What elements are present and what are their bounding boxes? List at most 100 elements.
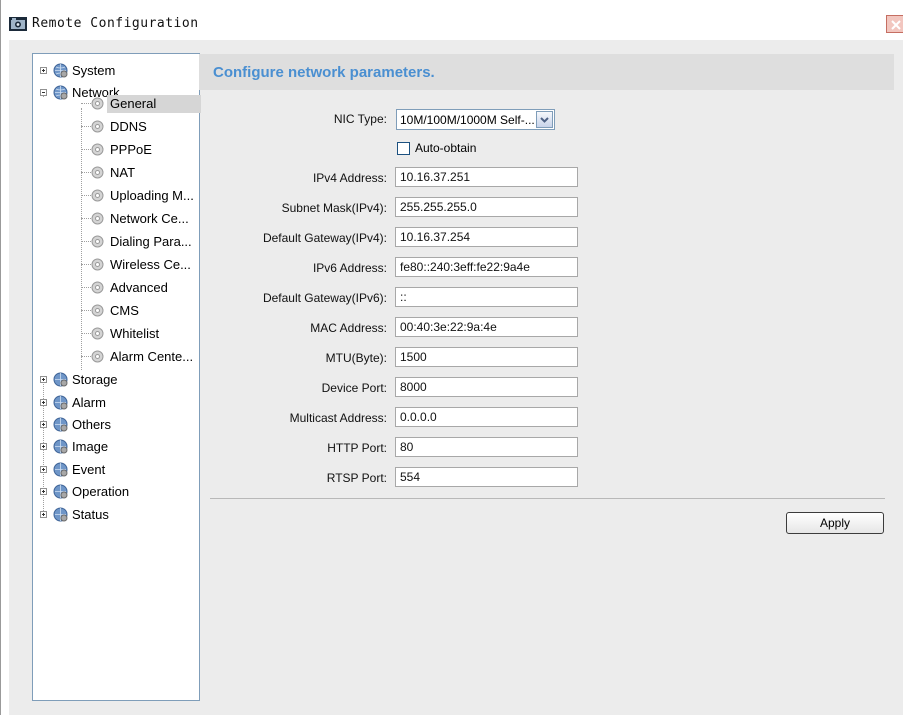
- globe-gear-icon: [53, 439, 68, 454]
- gear-icon: [91, 212, 104, 225]
- tree-item-image[interactable]: Image: [33, 437, 199, 457]
- ipv4-address-field[interactable]: [395, 167, 578, 187]
- tree-item-label: NAT: [110, 165, 136, 180]
- ipv6-address-label: IPv6 Address:: [312, 261, 387, 275]
- subnet-mask-label: Subnet Mask(IPv4):: [281, 201, 387, 215]
- expand-icon[interactable]: [40, 443, 47, 450]
- tree-item-status[interactable]: Status: [33, 505, 199, 525]
- globe-gear-icon: [53, 484, 68, 499]
- close-button[interactable]: [886, 15, 903, 33]
- tree-item-label: Uploading M...: [110, 188, 194, 203]
- gear-icon: [91, 350, 104, 363]
- default-gateway-ipv4-label: Default Gateway(IPv4):: [262, 231, 387, 245]
- tree-item-general[interactable]: General: [33, 94, 201, 114]
- tree-item-label: DDNS: [110, 119, 147, 134]
- tree-item-label: System: [72, 63, 116, 78]
- globe-gear-icon: [53, 507, 68, 522]
- http-port-field[interactable]: [395, 437, 578, 457]
- mtu-field[interactable]: [395, 347, 578, 367]
- tree-item-label: Storage: [72, 372, 118, 387]
- rtsp-port-field[interactable]: [395, 467, 578, 487]
- ipv4-address-label: IPv4 Address:: [312, 171, 387, 185]
- tree-item-cms[interactable]: CMS: [33, 301, 199, 321]
- config-tree[interactable]: System Network General DDNS PPPoE NAT Up…: [32, 53, 201, 701]
- tree-item-dialing[interactable]: Dialing Para...: [33, 232, 199, 252]
- default-gateway-ipv6-label: Default Gateway(IPv6):: [262, 291, 387, 305]
- gear-icon: [91, 166, 104, 179]
- gear-icon: [91, 143, 104, 156]
- globe-gear-icon: [53, 395, 68, 410]
- tree-item-alarm-center[interactable]: Alarm Cente...: [33, 347, 199, 367]
- tree-item-label: Whitelist: [110, 326, 160, 341]
- globe-gear-icon: [53, 63, 68, 78]
- section-header: Configure network parameters.: [199, 54, 894, 90]
- dropdown-button[interactable]: [536, 111, 553, 128]
- apply-button[interactable]: Apply: [786, 512, 884, 534]
- multicast-address-label: Multicast Address:: [289, 411, 387, 425]
- tree-item-pppoe[interactable]: PPPoE: [33, 140, 199, 160]
- tree-item-storage[interactable]: Storage: [33, 370, 199, 390]
- nic-type-value: 10M/100M/1000M Self-...: [400, 113, 535, 127]
- expand-icon[interactable]: [40, 511, 47, 518]
- tree-item-label: Image: [72, 439, 109, 454]
- tree-item-network-center[interactable]: Network Ce...: [33, 209, 199, 229]
- tree-item-advanced[interactable]: Advanced: [33, 278, 199, 298]
- gear-icon: [91, 97, 104, 110]
- tree-item-alarm[interactable]: Alarm: [33, 393, 199, 413]
- tree-item-label: Operation: [72, 484, 130, 499]
- globe-gear-icon: [53, 372, 68, 387]
- window-title: Remote Configuration: [32, 16, 199, 31]
- tree-item-label: Advanced: [110, 280, 168, 295]
- rtsp-port-label: RTSP Port:: [326, 471, 387, 485]
- gear-icon: [91, 189, 104, 202]
- gear-icon: [91, 304, 104, 317]
- tree-item-label: General: [107, 95, 201, 113]
- expand-icon[interactable]: [40, 466, 47, 473]
- auto-obtain-checkbox[interactable]: [397, 142, 410, 155]
- tree-item-label: PPPoE: [110, 142, 152, 157]
- gear-icon: [91, 258, 104, 271]
- tree-item-uploading[interactable]: Uploading M...: [33, 186, 199, 206]
- gear-icon: [91, 235, 104, 248]
- subnet-mask-field[interactable]: [395, 197, 578, 217]
- expand-icon[interactable]: [40, 67, 47, 74]
- multicast-address-field[interactable]: [395, 407, 578, 427]
- mtu-label: MTU(Byte):: [325, 351, 387, 365]
- tree-item-others[interactable]: Others: [33, 415, 199, 435]
- globe-gear-icon: [53, 417, 68, 432]
- tree-item-label: Network Ce...: [110, 211, 189, 226]
- expand-icon[interactable]: [40, 421, 47, 428]
- divider: [210, 498, 885, 499]
- expand-icon[interactable]: [40, 399, 47, 406]
- tree-item-label: Alarm: [72, 395, 106, 410]
- mac-address-field[interactable]: [395, 317, 578, 337]
- ipv6-address-field[interactable]: [395, 257, 578, 277]
- tree-item-whitelist[interactable]: Whitelist: [33, 324, 199, 344]
- tree-item-label: Event: [72, 462, 106, 477]
- tree-item-event[interactable]: Event: [33, 460, 199, 480]
- title-bar[interactable]: Remote Configuration: [1, 0, 903, 40]
- tree-item-label: Wireless Ce...: [110, 257, 191, 272]
- expand-icon[interactable]: [40, 488, 47, 495]
- mac-address-label: MAC Address:: [310, 321, 387, 335]
- expand-icon[interactable]: [40, 376, 47, 383]
- nic-type-select[interactable]: 10M/100M/1000M Self-...: [396, 109, 555, 130]
- tree-item-system[interactable]: System: [33, 61, 199, 81]
- tree-item-ddns[interactable]: DDNS: [33, 117, 199, 137]
- tree-item-operation[interactable]: Operation: [33, 482, 199, 502]
- client-area: System Network General DDNS PPPoE NAT Up…: [9, 40, 903, 715]
- remote-configuration-window: Remote Configuration System Network Gene…: [0, 0, 903, 715]
- default-gateway-ipv6-field[interactable]: [395, 287, 578, 307]
- globe-gear-icon: [53, 462, 68, 477]
- close-icon: [891, 20, 901, 30]
- auto-obtain-label: Auto-obtain: [415, 141, 477, 155]
- default-gateway-ipv4-field[interactable]: [395, 227, 578, 247]
- tree-item-nat[interactable]: NAT: [33, 163, 199, 183]
- device-port-field[interactable]: [395, 377, 578, 397]
- tree-item-wireless[interactable]: Wireless Ce...: [33, 255, 199, 275]
- page-title: Configure network parameters.: [213, 64, 435, 81]
- gear-icon: [91, 281, 104, 294]
- tree-item-label: CMS: [110, 303, 139, 318]
- app-icon: [9, 17, 27, 31]
- tree-item-label: Alarm Cente...: [110, 349, 194, 364]
